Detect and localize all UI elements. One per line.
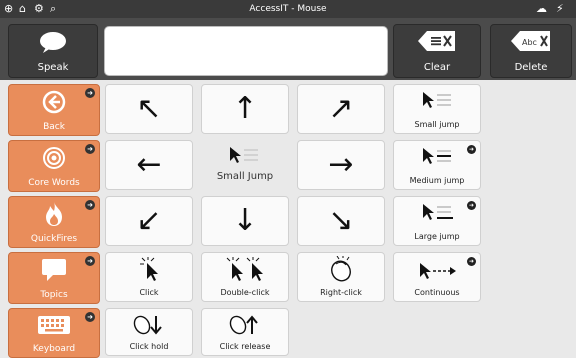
right-click-label: Right-click <box>320 288 362 297</box>
click-release-button[interactable]: Click release <box>201 308 289 356</box>
click-hold-button[interactable]: Click hold <box>105 308 193 356</box>
move-down-right-button[interactable]: ↘ <box>297 196 385 246</box>
submenu-badge: ➜ <box>467 145 476 154</box>
double-click-cursor-icon <box>226 257 263 281</box>
click-cursor-icon <box>140 257 158 281</box>
click-button[interactable]: Click <box>105 252 193 302</box>
sidebar-item-core-words[interactable]: ➜ Core Words <box>8 140 100 192</box>
cloud-icon[interactable]: ☁ <box>536 1 547 17</box>
click-release-label: Click release <box>219 342 271 351</box>
sidebar-item-back[interactable]: ➜ Back <box>8 84 100 136</box>
submenu-badge: ➜ <box>467 201 476 210</box>
window-title: AccessIT - Mouse <box>249 4 327 14</box>
flame-icon <box>46 202 62 226</box>
click-hold-label: Click hold <box>129 342 169 351</box>
arrow-left-icon: ← <box>136 147 162 182</box>
current-jump-label: Small Jump <box>216 171 274 182</box>
status-bar: ⊕ ⌂ ⚙ ⌕ AccessIT - Mouse ☁ ⚡ <box>0 0 576 18</box>
submenu-badge: ➜ <box>85 312 95 322</box>
bolt-off-icon[interactable]: ⚡ <box>556 1 564 17</box>
move-up-right-button[interactable]: ↗ <box>297 84 385 134</box>
large-jump-icon <box>423 204 453 220</box>
move-down-button[interactable]: ↓ <box>201 196 289 246</box>
delete-label: Delete <box>514 62 548 73</box>
delete-button[interactable]: Abc Delete <box>490 24 572 78</box>
sidebar-item-label: Core Words <box>28 178 80 188</box>
continuous-label: Continuous <box>414 288 460 297</box>
speak-label: Speak <box>37 62 69 73</box>
arrow-up-left-icon: ↖ <box>136 91 162 126</box>
toolbar: Speak Clear Abc Delete <box>0 18 576 80</box>
sidebar-item-label: Keyboard <box>32 344 76 354</box>
clear-icon <box>418 31 455 51</box>
arrow-up-icon: ↑ <box>232 91 258 126</box>
small-jump-button[interactable]: Small jump <box>393 84 481 134</box>
svg-text:Abc: Abc <box>522 38 537 47</box>
submenu-badge: ➜ <box>85 200 95 210</box>
right-click-button[interactable]: Right-click <box>297 252 385 302</box>
submenu-badge: ➜ <box>85 88 95 98</box>
large-jump-label: Large jump <box>414 232 460 241</box>
arrow-up-right-icon: ↗ <box>328 91 354 126</box>
medium-jump-button[interactable]: ➜ Medium jump <box>393 140 481 190</box>
arrow-down-right-icon: ↘ <box>328 203 354 238</box>
speech-bubble-icon <box>42 259 66 281</box>
submenu-badge: ➜ <box>85 144 95 154</box>
target-icon <box>43 147 65 169</box>
move-down-left-button[interactable]: ↙ <box>105 196 193 246</box>
submenu-badge: ➜ <box>467 257 476 266</box>
mouse-hold-icon <box>133 315 162 335</box>
delete-word-icon: Abc <box>511 31 550 51</box>
sidebar-item-label: QuickFires <box>30 234 78 244</box>
move-up-button[interactable]: ↑ <box>201 84 289 134</box>
clear-label: Clear <box>423 62 451 73</box>
continuous-move-icon <box>420 263 456 279</box>
move-up-left-button[interactable]: ↖ <box>105 84 193 134</box>
small-jump-icon <box>423 92 451 108</box>
sidebar-item-keyboard[interactable]: ➜ Keyboard <box>8 308 100 358</box>
message-box[interactable] <box>104 26 388 76</box>
medium-jump-icon <box>423 148 451 164</box>
arrow-down-icon: ↓ <box>232 203 258 238</box>
click-label: Click <box>139 288 159 297</box>
mouse-release-icon <box>229 315 258 335</box>
sidebar-item-label: Back <box>43 122 65 132</box>
move-right-button[interactable]: → <box>297 140 385 190</box>
large-jump-button[interactable]: ➜ Large jump <box>393 196 481 246</box>
move-left-button[interactable]: ← <box>105 140 193 190</box>
continuous-button[interactable]: ➜ Continuous <box>393 252 481 302</box>
jump-size-indicator: Small Jump <box>201 140 289 190</box>
submenu-badge: ➜ <box>85 256 95 266</box>
speech-bubble-icon <box>40 32 66 53</box>
small-jump-icon <box>230 147 258 163</box>
arrow-down-left-icon: ↙ <box>136 203 162 238</box>
double-click-button[interactable]: Double-click <box>201 252 289 302</box>
sidebar-item-label: Topics <box>40 290 68 300</box>
keyboard-icon <box>38 316 70 334</box>
sidebar-item-quickfires[interactable]: ➜ QuickFires <box>8 196 100 248</box>
arrow-right-icon: → <box>328 147 354 182</box>
sidebar-item-topics[interactable]: ➜ Topics <box>8 252 100 304</box>
speak-button[interactable]: Speak <box>8 24 98 78</box>
back-arrow-icon <box>42 90 66 114</box>
medium-jump-label: Medium jump <box>409 176 465 185</box>
small-jump-label: Small jump <box>414 120 460 129</box>
mouse-right-click-icon <box>331 256 351 282</box>
double-click-label: Double-click <box>220 288 270 297</box>
clear-button[interactable]: Clear <box>393 24 481 78</box>
